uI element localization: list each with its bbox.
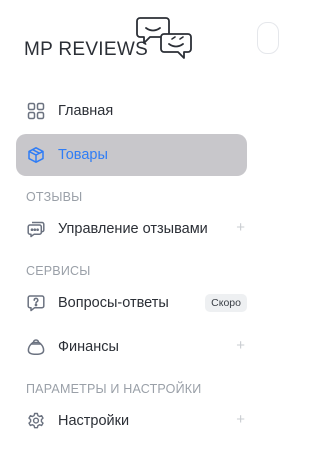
chat-bubbles-icon <box>26 219 46 239</box>
nav-item-label: Настройки <box>58 413 130 429</box>
logo[interactable]: MP REVIEWS <box>24 12 254 72</box>
section-title-params: ПАРАМЕТРЫ И НАСТРОЙКИ <box>26 382 202 396</box>
question-bubble-icon <box>26 293 46 313</box>
nav-item-qa[interactable]: Вопросы-ответы Скоро <box>16 282 247 324</box>
section-title-reviews: ОТЗЫВЫ <box>26 190 83 204</box>
nav-item-label: Финансы <box>58 339 119 355</box>
nav-item-label: Главная <box>58 103 114 119</box>
expand-plus-icon[interactable]: + <box>236 337 245 355</box>
nav-item-label: Вопросы-ответы <box>58 295 169 311</box>
grid-icon <box>26 101 46 121</box>
soon-badge: Скоро <box>205 294 247 312</box>
box-icon <box>26 145 46 165</box>
nav-item-label: Товары <box>58 147 108 163</box>
nav-item-reviews-management[interactable]: Управление отзывами + <box>16 208 247 250</box>
nav-item-settings[interactable]: Настройки + <box>16 400 247 442</box>
nav-item-home[interactable]: Главная <box>16 90 247 132</box>
bag-icon <box>26 337 46 357</box>
section-title-services: СЕРВИСЫ <box>26 264 91 278</box>
logo-text: MP REVIEWS <box>24 39 149 60</box>
nav-item-finance[interactable]: Финансы + <box>16 326 247 368</box>
expand-plus-icon[interactable]: + <box>236 411 245 429</box>
expand-plus-icon[interactable]: + <box>236 219 245 237</box>
nav-item-label: Управление отзывами <box>58 221 208 237</box>
sidebar: MP REVIEWS Главная Товары ОТЗЫВЫ Управле… <box>0 0 279 454</box>
chat-bubbles-logo-icon <box>136 14 198 64</box>
nav-item-products[interactable]: Товары <box>16 134 247 176</box>
sidebar-collapse-handle[interactable] <box>257 22 279 54</box>
gear-icon <box>26 411 46 431</box>
